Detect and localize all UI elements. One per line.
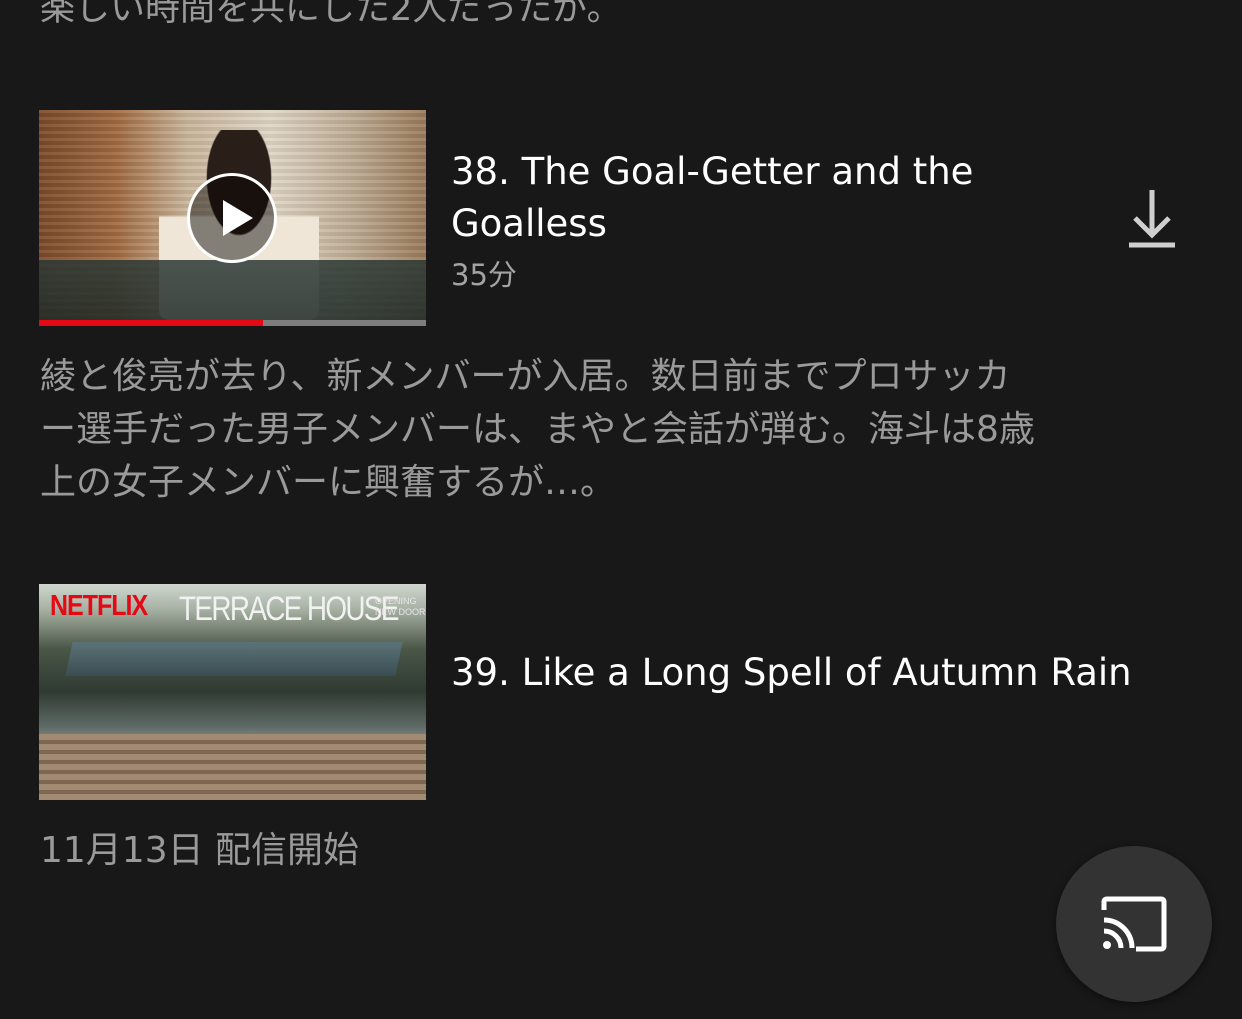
thumbnail-house-roof [65, 642, 403, 676]
play-icon[interactable] [187, 173, 277, 263]
previous-episode-description: 楽しい時間を共にした2人だったが。 [40, 0, 622, 29]
watch-progress-fill [39, 320, 264, 326]
download-icon[interactable] [1125, 188, 1179, 250]
description-line: ー選手だった男子メンバーは、まやと会話が弾む。海斗は8歳 [40, 409, 1035, 450]
description-line: 綾と俊亮が去り、新メンバーが入居。数日前までプロサッカ [40, 356, 1011, 397]
subtitle-line: NEW DOORS [375, 607, 426, 617]
netflix-logo: NETFLIX [50, 589, 148, 623]
episode-thumbnail[interactable] [39, 110, 426, 326]
show-logo: TERRACE HOUSE [179, 590, 399, 628]
thumbnail-deck [39, 734, 426, 800]
release-date-note: 11月13日 配信開始 [40, 830, 360, 871]
subtitle-line: OPENING [375, 596, 417, 606]
watch-progress-bar [39, 320, 426, 326]
episode-list-screen: 楽しい時間を共にした2人だったが。 38. The Goal-Getter an… [0, 0, 1242, 1019]
episode-title[interactable]: 39. Like a Long Spell of Autumn Rain [451, 647, 1191, 699]
episode-description: 綾と俊亮が去り、新メンバーが入居。数日前までプロサッカ ー選手だった男子メンバー… [40, 350, 1210, 509]
episode-thumbnail[interactable]: NETFLIX TERRACE HOUSE OPENING NEW DOORS [39, 584, 426, 800]
show-logo-subtitle: OPENING NEW DOORS [375, 596, 426, 618]
thumbnail-foreground [39, 260, 426, 320]
cast-button[interactable] [1056, 846, 1212, 1002]
description-line: 上の女子メンバーに興奮するが…。 [40, 462, 617, 503]
cast-icon [1101, 896, 1167, 952]
episode-title[interactable]: 38. The Goal-Getter and the Goalless [451, 146, 1051, 250]
episode-duration: 35分 [451, 258, 517, 292]
